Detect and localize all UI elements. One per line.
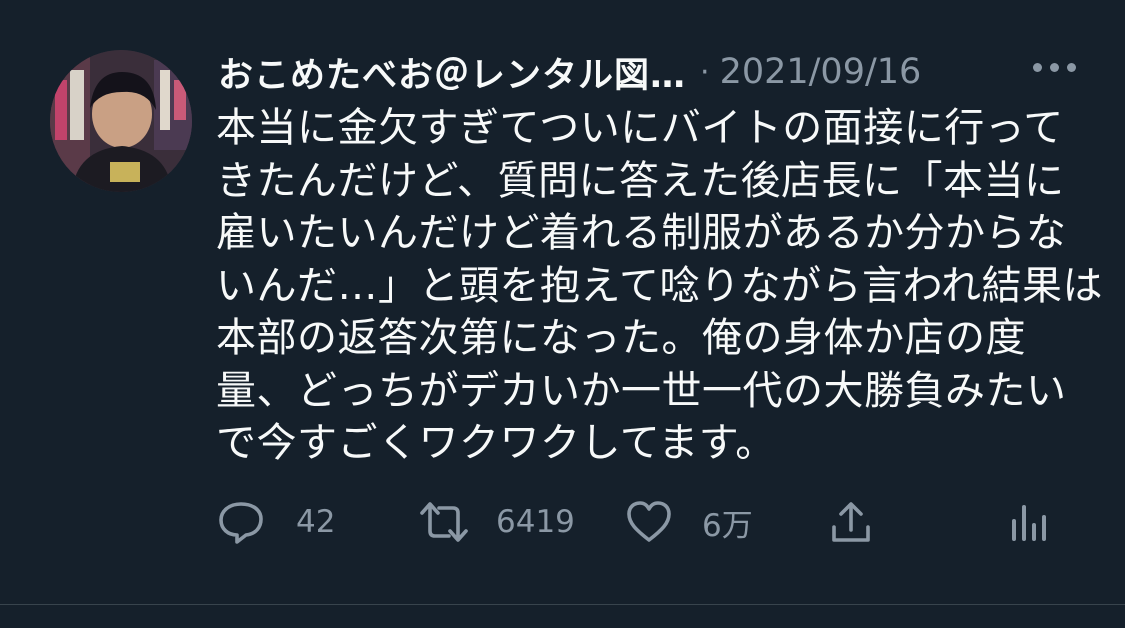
reply-icon — [219, 502, 263, 544]
retweet-count: 6419 — [496, 504, 575, 540]
tweet-header: おこめたべお＠レンタル図… · 2021/09/16 — [218, 44, 1078, 100]
heart-icon — [627, 501, 671, 542]
avatar[interactable] — [50, 50, 192, 192]
share-button[interactable] — [826, 490, 876, 554]
tweet[interactable]: おこめたべお＠レンタル図… · 2021/09/16 本当に金欠すぎてついにバイ… — [0, 0, 1125, 604]
analytics-button[interactable] — [1008, 490, 1054, 554]
tweet-text-line: きたんだけど、質問に答えた後店長に「本当に — [216, 157, 1065, 204]
tweet-text-line: いんだ…」と頭を抱えて唸りながら言われ結果は — [216, 262, 1103, 309]
display-name[interactable]: おこめたべお＠レンタル図… — [218, 47, 686, 98]
tweet-text-line: 量、どっちがデカいか一世一代の大勝負みたい — [216, 367, 1067, 414]
retweet-button[interactable]: 6419 — [416, 490, 575, 554]
like-button[interactable]: 6万 — [624, 490, 753, 554]
tweet-text: 本当に金欠すぎてついにバイトの面接に行って きたんだけど、質問に答えた後店長に「… — [216, 102, 1103, 470]
header-separator: · — [700, 54, 710, 90]
tweet-text-line: 本部の返答次第になった。俺の身体か店の度 — [216, 315, 1026, 361]
tweet-text-line: 本当に金欠すぎてついにバイトの面接に行って — [216, 105, 1064, 151]
tweet-actions: 42 6419 6万 — [216, 490, 1066, 554]
more-horizontal-icon[interactable] — [1033, 63, 1076, 72]
like-count: 6万 — [702, 507, 753, 544]
tweet-text-line: 雇いたいんだけど着れる制服があるか分からな — [216, 210, 1067, 256]
analytics-icon — [1012, 505, 1046, 541]
share-icon — [832, 502, 870, 542]
tweet-text-line: で今すごくワクワクしてます。 — [216, 420, 776, 466]
reply-button[interactable]: 42 — [216, 490, 335, 554]
reply-count: 42 — [296, 504, 336, 540]
retweet-icon — [420, 502, 468, 542]
tweet-date[interactable]: 2021/09/16 — [720, 52, 922, 92]
divider — [0, 604, 1125, 605]
